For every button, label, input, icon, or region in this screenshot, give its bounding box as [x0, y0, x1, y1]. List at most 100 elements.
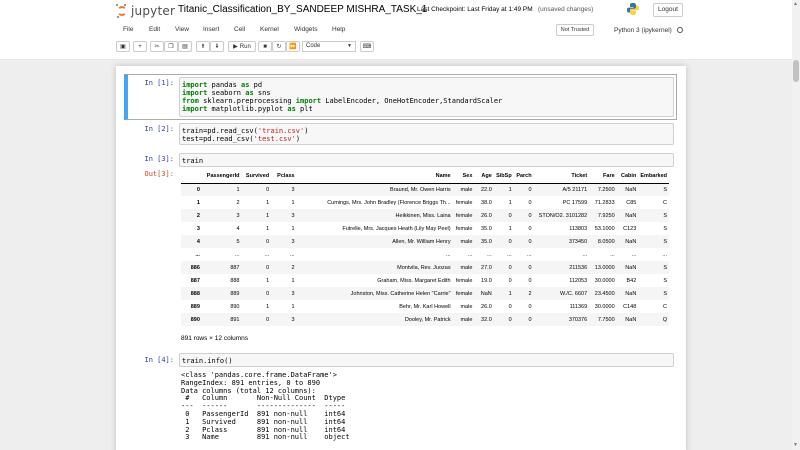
table-cell: female — [455, 277, 473, 284]
table-cell: 370376 — [568, 316, 588, 323]
menu-help[interactable]: Help — [332, 26, 345, 33]
table-cell: 0 — [528, 225, 532, 232]
table-cell: NaN — [625, 290, 637, 297]
table-cell: ... — [487, 251, 492, 258]
move-down-button[interactable]: 🠛 — [210, 41, 224, 52]
logout-button[interactable]: Logout — [653, 3, 683, 17]
code-input-2[interactable]: train=pd.read_csv('train.csv') test=pd.r… — [179, 123, 674, 145]
table-row: 4 5 0 3 Allen, Mr. William Henry male 35.0 0 0 37… — [181, 235, 669, 248]
column-header: SibSp — [493, 170, 514, 184]
table-cell: female — [455, 199, 473, 206]
table-cell: A/5 21171 — [562, 186, 588, 193]
trusted-indicator[interactable]: Not Trusted — [556, 24, 594, 36]
table-cell: S — [663, 277, 667, 284]
run-button[interactable]: ▶ Run — [228, 41, 256, 52]
table-cell: 1 — [508, 225, 512, 232]
play-icon: ▶ — [233, 44, 238, 50]
table-cell: 26.0 — [481, 212, 492, 219]
row-index: ... — [195, 251, 200, 258]
menu-cell[interactable]: Cell — [234, 26, 245, 33]
output-prompt: Out[3]: — [144, 170, 174, 178]
interrupt-button[interactable]: ■ — [258, 41, 272, 52]
restart-button[interactable]: ↻ — [272, 41, 286, 52]
code-input-3[interactable]: train — [179, 153, 674, 167]
table-cell: 1 — [508, 186, 512, 193]
autosave-status: (unsaved changes) — [538, 6, 594, 13]
table-cell: 8.0500 — [597, 238, 615, 245]
table-cell: Behr, Mr. Karl Howell — [399, 303, 451, 310]
row-index: 886 — [190, 264, 200, 271]
table-cell: 1 — [291, 277, 295, 284]
stop-icon: ■ — [263, 43, 267, 50]
table-cell: S — [663, 225, 667, 232]
row-index: 2 — [196, 212, 200, 219]
table-cell: 0 — [528, 277, 532, 284]
code-input-4[interactable]: train.info() — [179, 353, 674, 367]
fast-forward-icon: ⏩ — [289, 44, 297, 50]
scroll-thumb[interactable] — [793, 60, 799, 82]
column-header: Name — [296, 170, 453, 184]
cell-type-select[interactable]: Code ▼ — [302, 41, 356, 52]
table-cell: 1 — [266, 212, 270, 219]
menu-view[interactable]: View — [175, 26, 189, 33]
table-cell: Dooley, Mr. Patrick — [404, 316, 451, 323]
table-cell: NaN — [625, 316, 637, 323]
input-prompt: In [2]: — [144, 125, 174, 133]
arrow-up-icon: 🠙 — [201, 43, 205, 50]
table-cell: Heikkinen, Miss. Laina — [395, 212, 451, 219]
scroll-down-icon[interactable]: ▼ — [793, 442, 798, 448]
vertical-scrollbar[interactable]: ▲ ▼ — [792, 0, 800, 450]
table-cell: 19.0 — [481, 277, 492, 284]
scroll-up-icon[interactable]: ▲ — [793, 1, 798, 7]
table-row: ....................................... — [181, 248, 669, 261]
row-index: 4 — [196, 238, 200, 245]
table-cell: Johnston, Miss. Catherine Helen "Carrie" — [350, 290, 451, 297]
table-cell: 38.0 — [481, 199, 492, 206]
restart-run-all-button[interactable]: ⏩ — [286, 41, 300, 52]
table-cell: ... — [234, 251, 240, 258]
table-cell: Braund, Mr. Owen Harris — [390, 186, 451, 193]
table-cell: 0 — [528, 316, 532, 323]
menu-edit[interactable]: Edit — [149, 26, 160, 33]
column-header: Survived — [241, 170, 272, 184]
table-cell: C85 — [626, 199, 637, 206]
copy-icon: ❐ — [168, 44, 174, 50]
table-row: 889 890 1 1 Behr, Mr. Karl Howell male 26.0 0 0 1… — [181, 300, 669, 313]
code-input-1[interactable]: import pandas as pd import seaborn as sn… — [179, 77, 674, 117]
table-cell: male — [460, 238, 473, 245]
logo-text: jupyter — [131, 3, 176, 18]
table-cell: 211536 — [569, 264, 588, 271]
table-cell: C — [663, 303, 667, 310]
menu-file[interactable]: File — [123, 26, 133, 33]
table-cell: ... — [467, 251, 473, 258]
jupyter-logo[interactable]: jupyter — [116, 2, 175, 19]
save-button[interactable]: ▣ — [116, 41, 130, 52]
table-cell: 3 — [291, 290, 295, 297]
column-header — [181, 170, 202, 184]
table-cell: 0 — [528, 238, 532, 245]
restart-icon: ↻ — [276, 44, 282, 50]
notebook-title[interactable]: Titanic_Classification_BY_SANDEEP MISHRA… — [178, 4, 427, 15]
paste-button[interactable]: ▤ — [178, 41, 192, 52]
command-palette-button[interactable]: ⌨ — [360, 41, 374, 52]
move-up-button[interactable]: 🠙 — [196, 41, 210, 52]
table-cell: C — [663, 199, 667, 206]
table-cell: STON/O2. 3101282 — [538, 212, 588, 219]
table-cell: 1 — [508, 199, 512, 206]
table-cell: 1 — [291, 199, 295, 206]
table-cell: 0 — [528, 212, 532, 219]
cut-icon: ✂ — [154, 44, 160, 50]
menu-kernel[interactable]: Kernel — [260, 26, 279, 33]
table-cell: 0 — [528, 199, 532, 206]
table-header-row: PassengerId Survived Pclass Name Sex Age SibSp… — [181, 170, 669, 184]
table-cell: ... — [445, 251, 451, 258]
insert-cell-button[interactable]: + — [133, 41, 147, 52]
kernel-status-icon — [677, 27, 683, 33]
menu-widgets[interactable]: Widgets — [294, 26, 317, 33]
table-cell: 0 — [266, 264, 270, 271]
menu-insert[interactable]: Insert — [203, 26, 219, 33]
copy-button[interactable]: ❐ — [164, 41, 178, 52]
checkpoint-status: Last Checkpoint: Last Friday at 1:49 PM — [417, 6, 533, 13]
table-cell: NaN — [625, 186, 637, 193]
cut-button[interactable]: ✂ — [150, 41, 164, 52]
